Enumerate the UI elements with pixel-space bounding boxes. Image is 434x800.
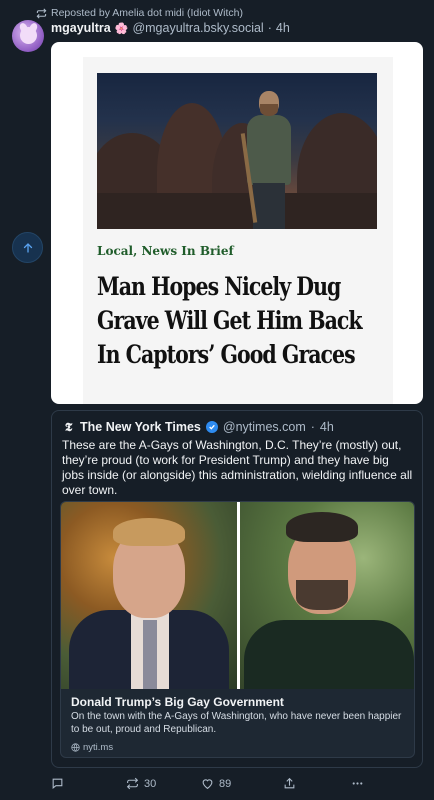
photo-left <box>61 502 237 689</box>
scroll-to-top-button[interactable] <box>12 232 43 263</box>
article-screenshot: Local, News In Brief Man Hopes Nicely Du… <box>83 57 393 404</box>
post-timestamp[interactable]: 4h <box>276 21 290 35</box>
separator-dot: · <box>310 420 315 434</box>
post-image[interactable]: Local, News In Brief Man Hopes Nicely Du… <box>51 42 423 404</box>
share-button[interactable] <box>283 777 296 790</box>
author-handle[interactable]: @mgayultra.bsky.social <box>132 21 263 35</box>
link-card-description: On the town with the A-Gays of Washingto… <box>71 711 402 735</box>
link-card-domain: nyti.ms <box>71 742 113 753</box>
article-headline: Man Hopes Nicely Dug Grave Will Get Him … <box>97 272 363 369</box>
quote-author-handle[interactable]: @nytimes.com <box>223 420 306 434</box>
quote-author-name[interactable]: The New York Times <box>80 420 201 434</box>
more-icon <box>352 782 363 785</box>
repost-icon <box>36 8 47 18</box>
link-card[interactable]: Donald Trump’s Big Gay Government On the… <box>60 501 415 758</box>
reply-icon <box>52 778 63 789</box>
reply-button[interactable] <box>51 777 64 790</box>
arrow-up-icon <box>23 242 32 253</box>
article-photo <box>97 73 377 229</box>
author-name[interactable]: mgayultra <box>51 21 111 35</box>
globe-icon <box>71 743 80 752</box>
nyt-logo-icon: 𝕿 <box>64 419 73 434</box>
repost-button[interactable]: 30 <box>126 777 156 790</box>
verified-badge-icon <box>205 421 218 433</box>
quote-header: 𝕿 The New York Times @nytimes.com · 4h <box>62 420 334 434</box>
more-options-button[interactable] <box>351 777 364 790</box>
article-kicker: Local, News In Brief <box>97 244 234 258</box>
repost-indicator[interactable]: Reposted by Amelia dot midi (Idiot Witch… <box>36 7 243 19</box>
photo-right <box>240 502 414 689</box>
like-button[interactable]: 89 <box>201 777 231 790</box>
share-icon <box>284 777 295 789</box>
quoted-post[interactable]: 𝕿 The New York Times @nytimes.com · 4h T… <box>51 410 423 768</box>
link-card-image <box>61 502 414 689</box>
quote-timestamp[interactable]: 4h <box>320 420 334 434</box>
repost-text: Reposted by Amelia dot midi (Idiot Witch… <box>51 7 243 19</box>
repost-count: 30 <box>144 777 157 790</box>
like-count: 89 <box>219 777 232 790</box>
post-actions: 30 89 <box>51 777 423 793</box>
author-emoji: 🌸 <box>114 22 129 35</box>
quote-text: These are the A-Gays of Washington, D.C.… <box>62 438 413 497</box>
post-author-row: mgayultra 🌸 @mgayultra.bsky.social · 4h <box>51 21 290 35</box>
repost-icon <box>126 777 139 790</box>
heart-icon <box>202 779 213 790</box>
author-avatar[interactable] <box>12 20 44 52</box>
link-domain-text: nyti.ms <box>83 742 114 753</box>
separator-dot: · <box>267 21 272 35</box>
link-card-title: Donald Trump’s Big Gay Government <box>71 695 284 709</box>
